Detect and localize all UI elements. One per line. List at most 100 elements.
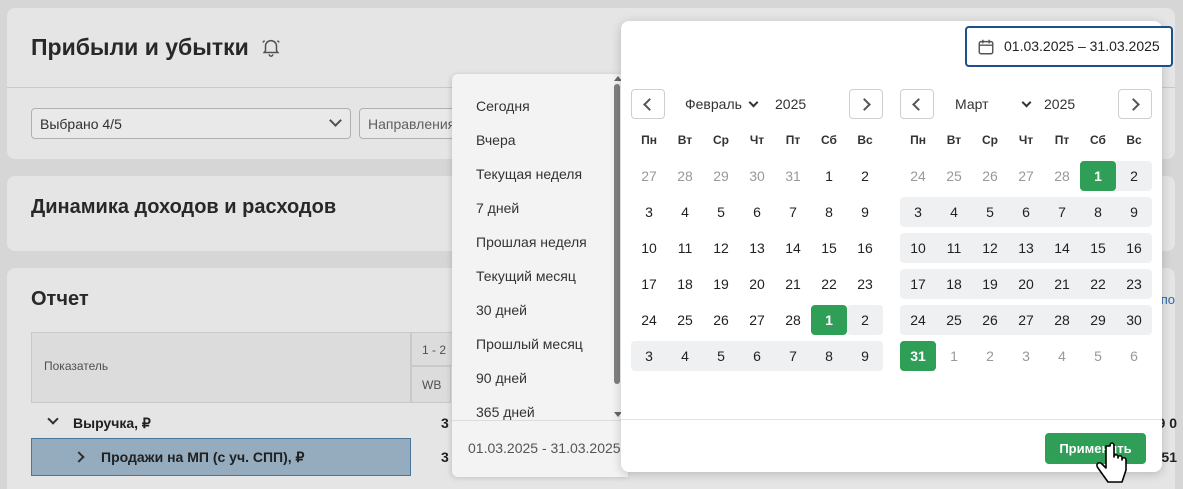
day-cell[interactable]: 28 bbox=[775, 305, 811, 335]
day-cell[interactable]: 19 bbox=[703, 269, 739, 299]
prev-month-button[interactable] bbox=[631, 89, 665, 119]
day-cell[interactable]: 9 bbox=[1116, 197, 1152, 227]
day-cell[interactable]: 13 bbox=[739, 233, 775, 263]
day-cell[interactable]: 12 bbox=[972, 233, 1008, 263]
day-cell[interactable]: 27 bbox=[1008, 161, 1044, 191]
preset-current-month[interactable]: Текущий месяц bbox=[476, 268, 576, 284]
day-cell[interactable]: 20 bbox=[1008, 269, 1044, 299]
prev-month-button[interactable] bbox=[900, 89, 934, 119]
day-cell[interactable]: 28 bbox=[667, 161, 703, 191]
day-cell[interactable]: 28 bbox=[1044, 305, 1080, 335]
day-cell[interactable]: 8 bbox=[811, 197, 847, 227]
month-select-right[interactable]: Март bbox=[955, 96, 1031, 112]
day-cell[interactable]: 25 bbox=[936, 161, 972, 191]
day-cell[interactable]: 27 bbox=[739, 305, 775, 335]
day-cell[interactable]: 22 bbox=[1080, 269, 1116, 299]
day-cell[interactable]: 10 bbox=[900, 233, 936, 263]
day-cell[interactable]: 18 bbox=[936, 269, 972, 299]
day-cell[interactable]: 26 bbox=[972, 161, 1008, 191]
day-cell[interactable]: 27 bbox=[631, 161, 667, 191]
day-cell[interactable]: 21 bbox=[1044, 269, 1080, 299]
day-cell[interactable]: 3 bbox=[1008, 341, 1044, 371]
day-cell[interactable]: 27 bbox=[1008, 305, 1044, 335]
scrollbar-thumb[interactable] bbox=[614, 84, 620, 384]
day-cell[interactable]: 23 bbox=[1116, 269, 1152, 299]
day-cell[interactable]: 16 bbox=[847, 233, 883, 263]
day-cell[interactable]: 28 bbox=[1044, 161, 1080, 191]
day-cell[interactable]: 8 bbox=[1080, 197, 1116, 227]
day-cell[interactable]: 24 bbox=[900, 305, 936, 335]
next-month-button[interactable] bbox=[1118, 89, 1152, 119]
day-cell[interactable]: 5 bbox=[703, 341, 739, 371]
day-cell[interactable]: 4 bbox=[936, 197, 972, 227]
day-cell[interactable]: 30 bbox=[739, 161, 775, 191]
day-cell[interactable]: 21 bbox=[775, 269, 811, 299]
day-cell[interactable]: 1 bbox=[936, 341, 972, 371]
day-cell[interactable]: 15 bbox=[811, 233, 847, 263]
day-cell[interactable]: 11 bbox=[936, 233, 972, 263]
preset-365-days[interactable]: 365 дней bbox=[476, 404, 535, 420]
day-cell[interactable]: 23 bbox=[847, 269, 883, 299]
day-cell[interactable]: 2 bbox=[847, 161, 883, 191]
day-cell[interactable]: 4 bbox=[667, 341, 703, 371]
day-cell[interactable]: 4 bbox=[667, 197, 703, 227]
day-cell[interactable]: 17 bbox=[631, 269, 667, 299]
day-cell[interactable]: 14 bbox=[1044, 233, 1080, 263]
day-cell[interactable]: 1 bbox=[811, 161, 847, 191]
day-cell[interactable]: 25 bbox=[667, 305, 703, 335]
day-cell[interactable]: 19 bbox=[972, 269, 1008, 299]
day-cell[interactable]: 18 bbox=[667, 269, 703, 299]
day-cell[interactable]: 24 bbox=[900, 161, 936, 191]
selected-day-cell[interactable]: 31 bbox=[900, 341, 936, 371]
day-cell[interactable]: 14 bbox=[775, 233, 811, 263]
day-cell[interactable]: 3 bbox=[631, 341, 667, 371]
date-range-input[interactable]: 01.03.2025 – 31.03.2025 bbox=[965, 26, 1173, 67]
preset-last-month[interactable]: Прошлый месяц bbox=[476, 336, 583, 352]
preset-30-days[interactable]: 30 дней bbox=[476, 302, 527, 318]
day-cell[interactable]: 22 bbox=[811, 269, 847, 299]
day-cell[interactable]: 7 bbox=[1044, 197, 1080, 227]
day-cell[interactable]: 20 bbox=[739, 269, 775, 299]
day-cell[interactable]: 30 bbox=[1116, 305, 1152, 335]
day-cell[interactable]: 3 bbox=[631, 197, 667, 227]
day-cell[interactable]: 29 bbox=[703, 161, 739, 191]
selected-day-cell[interactable]: 1 bbox=[1080, 161, 1116, 191]
day-cell[interactable]: 12 bbox=[703, 233, 739, 263]
day-cell[interactable]: 5 bbox=[703, 197, 739, 227]
day-cell[interactable]: 26 bbox=[703, 305, 739, 335]
preset-current-week[interactable]: Текущая неделя bbox=[476, 166, 582, 182]
day-cell[interactable]: 7 bbox=[775, 197, 811, 227]
month-select-left[interactable]: Февраль bbox=[685, 96, 759, 112]
day-cell[interactable]: 5 bbox=[972, 197, 1008, 227]
day-cell[interactable]: 10 bbox=[631, 233, 667, 263]
day-cell[interactable]: 2 bbox=[847, 305, 883, 335]
day-cell[interactable]: 2 bbox=[1116, 161, 1152, 191]
day-cell[interactable]: 31 bbox=[775, 161, 811, 191]
day-cell[interactable]: 6 bbox=[1116, 341, 1152, 371]
day-cell[interactable]: 3 bbox=[900, 197, 936, 227]
day-cell[interactable]: 9 bbox=[847, 341, 883, 371]
day-cell[interactable]: 24 bbox=[631, 305, 667, 335]
preset-7-days[interactable]: 7 дней bbox=[476, 200, 519, 216]
day-cell[interactable]: 6 bbox=[1008, 197, 1044, 227]
next-month-button[interactable] bbox=[849, 89, 883, 119]
day-cell[interactable]: 26 bbox=[972, 305, 1008, 335]
preset-today[interactable]: Сегодня bbox=[476, 98, 530, 114]
day-cell[interactable]: 7 bbox=[775, 341, 811, 371]
selected-day-cell[interactable]: 1 bbox=[811, 305, 847, 335]
preset-last-week[interactable]: Прошлая неделя bbox=[476, 234, 587, 250]
day-cell[interactable]: 15 bbox=[1080, 233, 1116, 263]
day-cell[interactable]: 5 bbox=[1080, 341, 1116, 371]
day-cell[interactable]: 29 bbox=[1080, 305, 1116, 335]
day-cell[interactable]: 13 bbox=[1008, 233, 1044, 263]
preset-yesterday[interactable]: Вчера bbox=[476, 132, 516, 148]
day-cell[interactable]: 9 bbox=[847, 197, 883, 227]
day-cell[interactable]: 11 bbox=[667, 233, 703, 263]
day-cell[interactable]: 25 bbox=[936, 305, 972, 335]
day-cell[interactable]: 16 bbox=[1116, 233, 1152, 263]
preset-90-days[interactable]: 90 дней bbox=[476, 370, 527, 386]
day-cell[interactable]: 6 bbox=[739, 341, 775, 371]
day-cell[interactable]: 4 bbox=[1044, 341, 1080, 371]
day-cell[interactable]: 6 bbox=[739, 197, 775, 227]
day-cell[interactable]: 8 bbox=[811, 341, 847, 371]
